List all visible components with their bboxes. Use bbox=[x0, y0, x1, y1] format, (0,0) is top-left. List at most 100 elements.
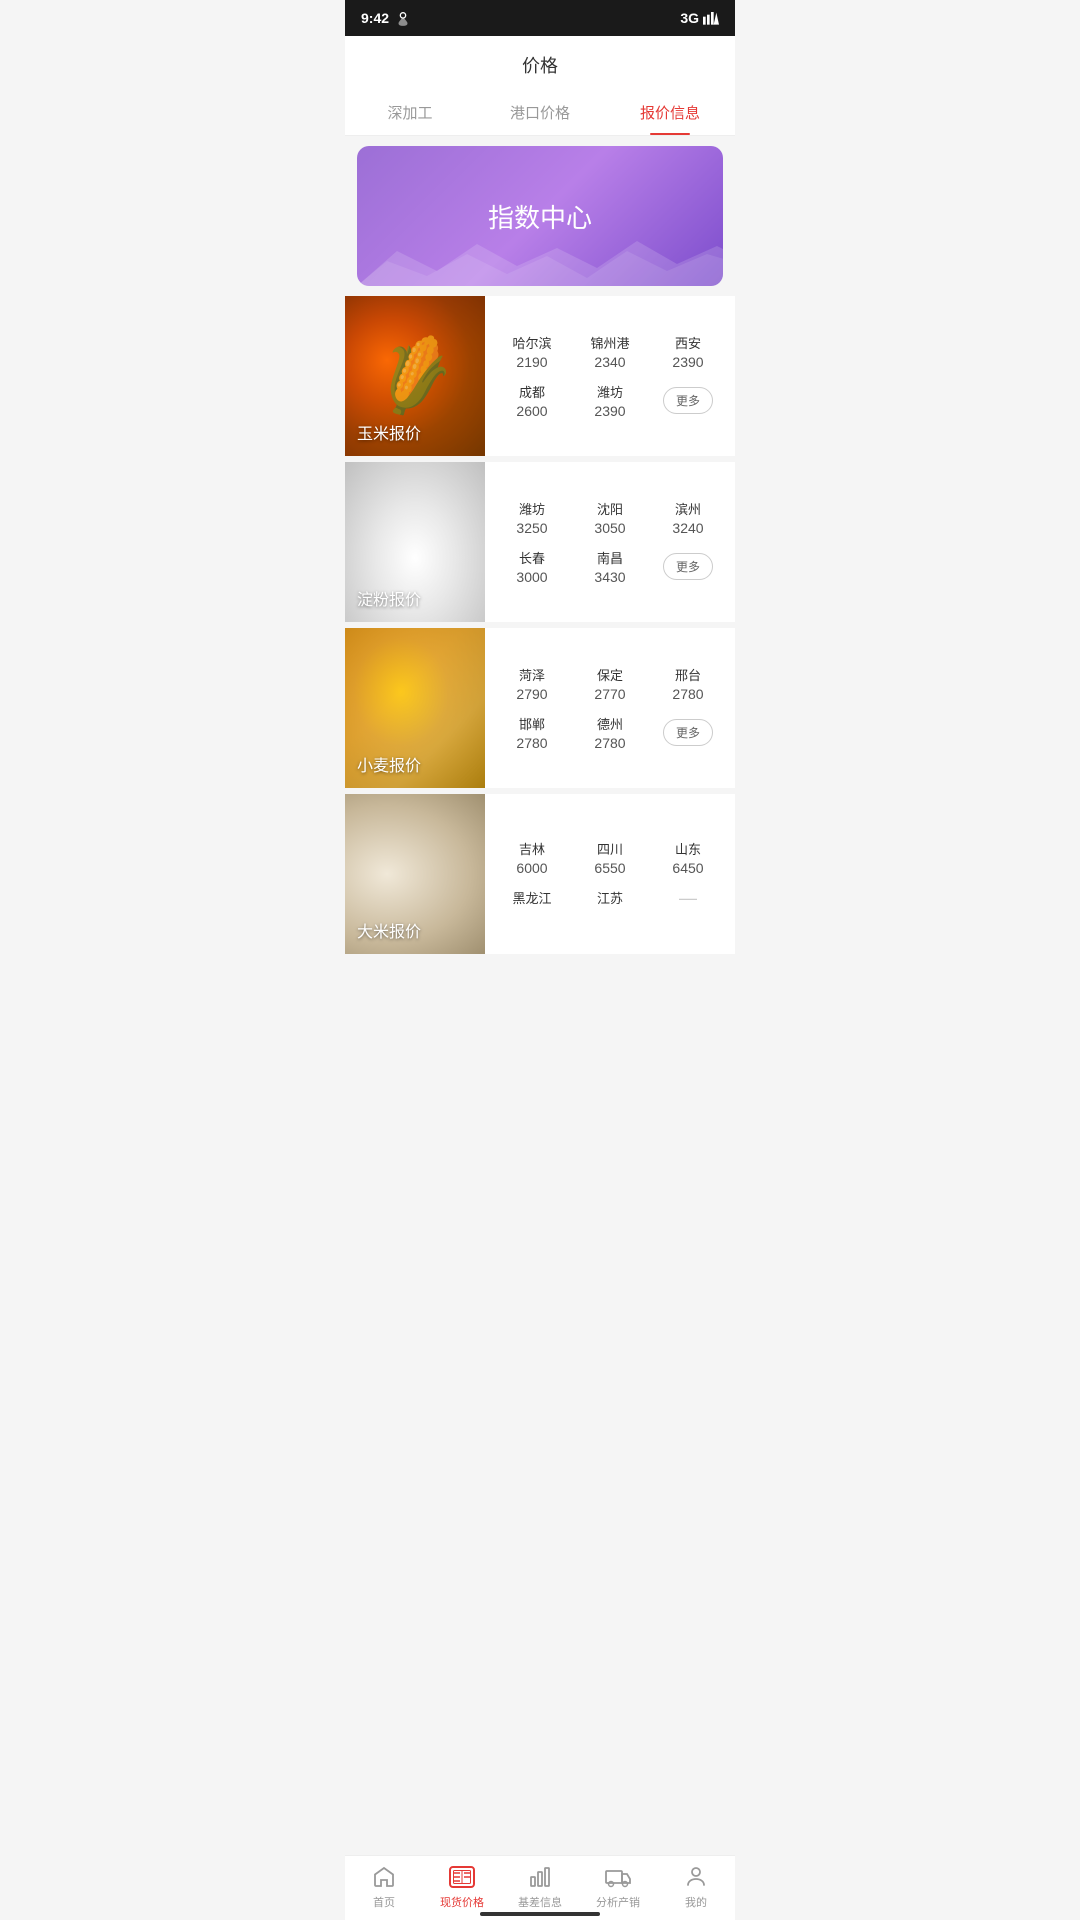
rice-image: 大米报价 bbox=[345, 794, 485, 954]
city-name: 黑龙江 bbox=[497, 888, 567, 907]
location-icon bbox=[395, 10, 411, 26]
price-value: 3250 bbox=[497, 520, 567, 536]
price-value: 3430 bbox=[575, 569, 645, 585]
price-value: 2390 bbox=[575, 403, 645, 419]
status-bar: 9:42 3G bbox=[345, 0, 735, 36]
city-name: 潍坊 bbox=[497, 499, 567, 518]
tab-port-price[interactable]: 港口价格 bbox=[475, 90, 605, 135]
price-item: 山东 6450 bbox=[649, 833, 727, 882]
main-content: 指数中心 玉米报价 哈尔滨 2190 锦州港 2340 西安 2390 成都 bbox=[345, 146, 735, 1024]
tab-quote-info[interactable]: 报价信息 bbox=[605, 90, 735, 135]
index-center-banner[interactable]: 指数中心 bbox=[357, 146, 723, 286]
price-item: 吉林 6000 bbox=[493, 833, 571, 882]
price-item: 西安 2390 bbox=[649, 327, 727, 376]
price-item: 邢台 2780 bbox=[649, 659, 727, 708]
price-value: 2780 bbox=[575, 735, 645, 751]
price-item: 哈尔滨 2190 bbox=[493, 327, 571, 376]
price-item: 保定 2770 bbox=[571, 659, 649, 708]
nav-spot-price[interactable]: 现货价格 bbox=[423, 1864, 501, 1910]
price-table-icon bbox=[449, 1864, 475, 1890]
more-cell: 更多 bbox=[649, 708, 727, 757]
price-item: 南昌 3430 bbox=[571, 542, 649, 591]
city-name: 成都 bbox=[497, 382, 567, 401]
nav-home-label: 首页 bbox=[373, 1894, 395, 1910]
price-value: 2340 bbox=[575, 354, 645, 370]
price-item: 黑龙江 bbox=[493, 882, 571, 915]
status-time: 9:42 bbox=[361, 10, 389, 26]
city-name: 邢台 bbox=[653, 665, 723, 684]
banner-title: 指数中心 bbox=[488, 198, 592, 235]
nav-analysis[interactable]: 分析产销 bbox=[579, 1864, 657, 1910]
chart-icon bbox=[527, 1864, 553, 1890]
city-name: 四川 bbox=[575, 839, 645, 858]
price-item: 滨州 3240 bbox=[649, 493, 727, 542]
corn-more-button[interactable]: 更多 bbox=[663, 387, 713, 414]
city-name: 德州 bbox=[575, 714, 645, 733]
price-value: 3240 bbox=[653, 520, 723, 536]
nav-home[interactable]: 首页 bbox=[345, 1864, 423, 1910]
bottom-nav: 首页 现货价格 bbox=[345, 1855, 735, 1920]
home-indicator bbox=[480, 1912, 600, 1916]
signal-icon bbox=[703, 11, 719, 25]
nav-analysis-label: 分析产销 bbox=[596, 1894, 640, 1910]
rice-prices: 吉林 6000 四川 6550 山东 6450 黑龙江 江苏 — bbox=[485, 794, 735, 954]
price-value: 6000 bbox=[497, 860, 567, 876]
wheat-image: 小麦报价 bbox=[345, 628, 485, 788]
rice-price-card: 大米报价 吉林 6000 四川 6550 山东 6450 黑龙江 江苏 bbox=[345, 794, 735, 954]
nav-mine[interactable]: 我的 bbox=[657, 1864, 735, 1910]
city-name: 潍坊 bbox=[575, 382, 645, 401]
page-header: 价格 深加工 港口价格 报价信息 bbox=[345, 36, 735, 136]
status-network: 3G bbox=[680, 10, 699, 26]
starch-image: 淀粉报价 bbox=[345, 462, 485, 622]
city-name: 保定 bbox=[575, 665, 645, 684]
home-icon bbox=[371, 1864, 397, 1890]
price-value: 2190 bbox=[497, 354, 567, 370]
corn-label: 玉米报价 bbox=[357, 420, 421, 444]
corn-price-card: 玉米报价 哈尔滨 2190 锦州港 2340 西安 2390 成都 2600 潍… bbox=[345, 296, 735, 456]
price-item: 四川 6550 bbox=[571, 833, 649, 882]
corn-image: 玉米报价 bbox=[345, 296, 485, 456]
price-item: 潍坊 3250 bbox=[493, 493, 571, 542]
price-value: 2790 bbox=[497, 686, 567, 702]
city-name: 邯郸 bbox=[497, 714, 567, 733]
starch-price-card: 淀粉报价 潍坊 3250 沈阳 3050 滨州 3240 长春 3000 南昌 … bbox=[345, 462, 735, 622]
price-value: 3000 bbox=[497, 569, 567, 585]
nav-basis-label: 基差信息 bbox=[518, 1894, 562, 1910]
city-name: 南昌 bbox=[575, 548, 645, 567]
truck-icon bbox=[605, 1864, 631, 1890]
starch-more-button[interactable]: 更多 bbox=[663, 553, 713, 580]
price-item: 锦州港 2340 bbox=[571, 327, 649, 376]
corn-prices: 哈尔滨 2190 锦州港 2340 西安 2390 成都 2600 潍坊 239… bbox=[485, 296, 735, 456]
tab-deep-processing[interactable]: 深加工 bbox=[345, 90, 475, 135]
price-item: 潍坊 2390 bbox=[571, 376, 649, 425]
price-item: 德州 2780 bbox=[571, 708, 649, 757]
price-value: 2390 bbox=[653, 354, 723, 370]
rice-label: 大米报价 bbox=[357, 918, 421, 942]
price-item: 成都 2600 bbox=[493, 376, 571, 425]
wheat-label: 小麦报价 bbox=[357, 752, 421, 776]
tab-bar: 深加工 港口价格 报价信息 bbox=[345, 90, 735, 136]
price-value: 2780 bbox=[497, 735, 567, 751]
city-name: 锦州港 bbox=[575, 333, 645, 352]
more-cell: 更多 bbox=[649, 542, 727, 591]
city-name: 哈尔滨 bbox=[497, 333, 567, 352]
price-value: 2600 bbox=[497, 403, 567, 419]
page-title: 价格 bbox=[345, 52, 735, 78]
price-value: 6550 bbox=[575, 860, 645, 876]
price-item: 菏泽 2790 bbox=[493, 659, 571, 708]
starch-label: 淀粉报价 bbox=[357, 586, 421, 610]
city-name: 滨州 bbox=[653, 499, 723, 518]
wheat-more-button[interactable]: 更多 bbox=[663, 719, 713, 746]
banner-decoration bbox=[357, 236, 723, 286]
city-name: 江苏 bbox=[575, 888, 645, 907]
price-value: 6450 bbox=[653, 860, 723, 876]
city-name: 长春 bbox=[497, 548, 567, 567]
nav-basis-info[interactable]: 基差信息 bbox=[501, 1864, 579, 1910]
wheat-prices: 菏泽 2790 保定 2770 邢台 2780 邯郸 2780 德州 2780 … bbox=[485, 628, 735, 788]
nav-mine-label: 我的 bbox=[685, 1894, 707, 1910]
price-item: 邯郸 2780 bbox=[493, 708, 571, 757]
price-item: 长春 3000 bbox=[493, 542, 571, 591]
wheat-price-card: 小麦报价 菏泽 2790 保定 2770 邢台 2780 邯郸 2780 德州 … bbox=[345, 628, 735, 788]
nav-spot-price-label: 现货价格 bbox=[440, 1894, 484, 1910]
city-name: 沈阳 bbox=[575, 499, 645, 518]
